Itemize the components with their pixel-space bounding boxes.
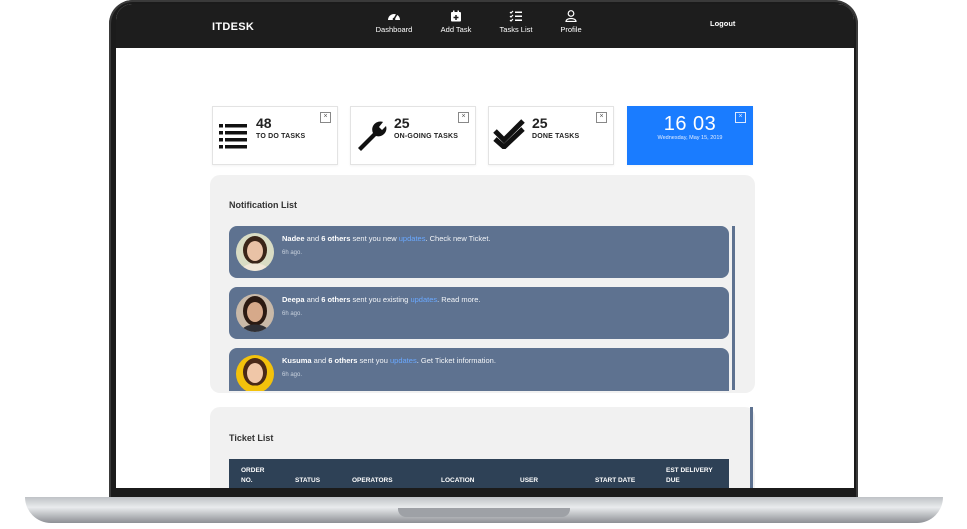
notification-text: Kusuma and 6 others sent you updates. Ge… [282,356,496,365]
column-header-delivery-due[interactable]: EST DELIVERY DUE [666,466,713,486]
panel-title: Notification List [229,200,297,210]
avatar [236,233,274,271]
calendar-plus-icon [451,10,461,22]
checklist-icon [509,10,522,22]
notification-panel: Notification List Nadee and 6 others sen… [210,175,755,393]
stat-value: 48 [256,115,272,131]
top-navbar: ITDESK Dashboard Add Task Tasks List Pro… [116,4,854,48]
notification-time: 6h ago. [282,311,303,317]
updates-link[interactable]: updates [390,356,417,365]
close-icon[interactable]: × [735,112,746,123]
nav-item-dashboard[interactable]: Dashboard [364,10,424,34]
ticket-scrollbar[interactable] [750,407,753,488]
nav-item-label: Dashboard [375,25,413,34]
stat-label: TO DO TASKS [256,133,306,140]
notification-scrollbar[interactable] [732,226,735,390]
notification-time: 6h ago. [282,372,303,378]
stat-label: DONE TASKS [532,133,580,140]
nav-item-tasks-list[interactable]: Tasks List [486,10,546,34]
avatar [236,355,274,391]
stat-value: 25 [532,115,548,131]
brand-logo[interactable]: ITDESK [212,21,254,33]
notification-clip: Kusuma and 6 others sent you updates. Ge… [210,345,755,391]
nav-item-add-task[interactable]: Add Task [426,10,486,34]
column-header-location[interactable]: LOCATION [441,476,474,486]
nav-item-label: Add Task [440,25,472,34]
stat-card-todo[interactable]: 48 TO DO TASKS × [212,106,338,165]
stat-label: ON-GOING TASKS [394,133,459,140]
column-header-status[interactable]: STATUS [295,476,320,486]
ticket-table-header: ORDER NO. STATUS OPERATORS LOCATION USER … [229,459,729,488]
column-header-operators[interactable]: OPERATORS [352,476,393,486]
nav-item-profile[interactable]: Profile [541,10,601,34]
app-screen: ITDESK Dashboard Add Task Tasks List Pro… [116,4,854,488]
logout-button[interactable]: Logout [710,19,735,28]
wrench-icon [358,121,387,151]
column-header-order[interactable]: ORDER NO. [241,466,264,486]
user-icon [565,10,577,22]
column-header-start-date[interactable]: START DATE [595,476,635,486]
close-icon[interactable]: × [596,112,607,123]
notification-text: Deepa and 6 others sent you existing upd… [282,295,481,304]
nav-item-label: Tasks List [499,25,533,34]
speedometer-icon [388,13,400,21]
ticket-panel: Ticket List ORDER NO. STATUS OPERATORS LO… [210,407,755,488]
double-check-icon [493,119,525,149]
avatar [236,294,274,332]
stat-value: 25 [394,115,410,131]
clock-date: Wednesday, May 15, 2019 [657,135,723,141]
column-header-user[interactable]: USER [520,476,538,486]
notification-time: 6h ago. [282,250,303,256]
clock-card: 16 03 Wednesday, May 15, 2019 × [627,106,753,165]
close-icon[interactable]: × [320,112,331,123]
notification-item[interactable]: Kusuma and 6 others sent you updates. Ge… [229,348,729,391]
stat-card-done[interactable]: 25 DONE TASKS × [488,106,614,165]
updates-link[interactable]: updates [399,234,426,243]
clock-time: 16 03 [663,113,717,135]
stat-card-ongoing[interactable]: 25 ON-GOING TASKS × [350,106,476,165]
laptop-notch [398,508,570,517]
notification-item[interactable]: Nadee and 6 others sent you new updates.… [229,226,729,278]
notification-item[interactable]: Deepa and 6 others sent you existing upd… [229,287,729,339]
list-icon [219,124,247,149]
panel-title: Ticket List [229,433,274,443]
nav-item-label: Profile [560,25,582,34]
notification-text: Nadee and 6 others sent you new updates.… [282,234,491,243]
updates-link[interactable]: updates [410,295,437,304]
close-icon[interactable]: × [458,112,469,123]
